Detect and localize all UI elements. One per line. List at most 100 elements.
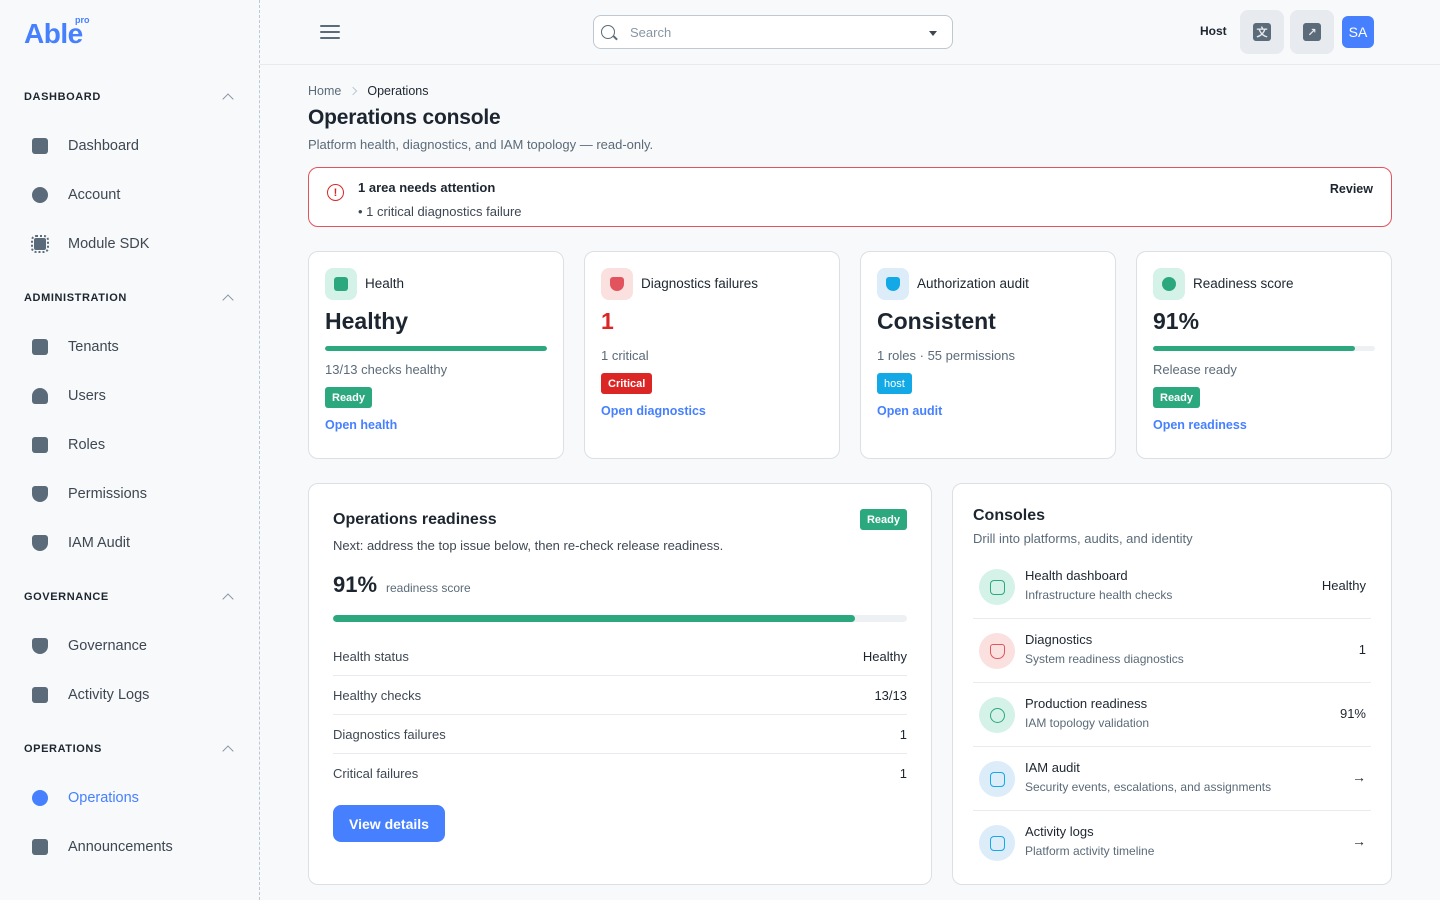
arrow-right-icon: →: [1352, 833, 1366, 849]
health-icon: [325, 268, 357, 300]
stat-card-readiness: Readiness score 91% Release ready Ready …: [1136, 251, 1392, 459]
search-input[interactable]: [630, 22, 910, 42]
breadcrumb-home[interactable]: Home: [308, 84, 341, 98]
sidebar-item-label: Users: [68, 388, 106, 404]
stat-note: 1 roles · 55 permissions: [877, 348, 1015, 363]
status-badge: Ready: [1153, 387, 1201, 408]
avatar[interactable]: SA: [1342, 16, 1374, 48]
nav-section-title: OPERATIONS: [24, 743, 102, 755]
console-desc: System readiness diagnostics: [1025, 652, 1184, 666]
sidebar-item-users[interactable]: Users: [24, 376, 236, 416]
page-title: Operations console: [308, 106, 501, 129]
cog-icon: [32, 790, 48, 806]
sidebar-item-label: Operations: [68, 790, 139, 806]
stat-note: 1 critical: [601, 348, 649, 363]
console-item-activity-logs[interactable]: Activity logs Platform activity timeline…: [973, 811, 1371, 875]
open-audit-link[interactable]: Open audit: [877, 404, 942, 418]
consoles-subtitle: Drill into platforms, audits, and identi…: [973, 531, 1193, 546]
row-value: 1: [899, 726, 907, 742]
readiness-title: Operations readiness: [333, 511, 497, 528]
sidebar-item-announcements[interactable]: Announcements: [24, 827, 236, 867]
readiness-row: Health status Healthy: [333, 637, 907, 676]
shield-icon: [32, 486, 48, 502]
sidebar-item-dashboard[interactable]: Dashboard: [24, 126, 236, 166]
menu-toggle-icon[interactable]: [320, 25, 340, 39]
search-icon: [601, 25, 615, 39]
open-diagnostics-link[interactable]: Open diagnostics: [601, 404, 706, 418]
open-health-link[interactable]: Open health: [325, 418, 397, 432]
sidebar-item-iam-audit[interactable]: IAM Audit: [24, 523, 236, 563]
console-desc: IAM topology validation: [1025, 716, 1150, 730]
sidebar-item-label: Activity Logs: [68, 687, 150, 703]
clipboard-icon: [979, 761, 1015, 797]
search-box[interactable]: [593, 15, 953, 49]
console-name: Diagnostics: [1025, 632, 1093, 647]
readiness-score: 91%: [333, 572, 378, 597]
readiness-row: Healthy checks 13/13: [333, 676, 907, 715]
nav-section-operations[interactable]: OPERATIONS: [24, 739, 236, 759]
stat-value: Consistent: [877, 308, 996, 334]
sidebar-item-module-sdk[interactable]: Module SDK: [24, 224, 236, 264]
console-desc: Platform activity timeline: [1025, 844, 1155, 858]
sidebar-item-permissions[interactable]: Permissions: [24, 474, 236, 514]
document-icon: [32, 839, 48, 855]
console-name: Production readiness: [1025, 696, 1148, 711]
nav-section-administration[interactable]: ADMINISTRATION: [24, 288, 236, 308]
open-readiness-link[interactable]: Open readiness: [1153, 418, 1247, 432]
shield-icon: [32, 638, 48, 654]
stat-title: Diagnostics failures: [641, 276, 759, 291]
readiness-row: Diagnostics failures 1: [333, 715, 907, 754]
view-details-button[interactable]: View details: [333, 805, 445, 842]
console-value: 91%: [1339, 706, 1366, 721]
sidebar-item-roles[interactable]: Roles: [24, 425, 236, 465]
breadcrumb: Home Operations: [308, 84, 429, 98]
fullscreen-button[interactable]: ↗: [1290, 10, 1334, 54]
stat-card-diagnostics: Diagnostics failures 1 1 critical Critic…: [584, 251, 840, 459]
chevron-up-icon: [222, 93, 234, 105]
nav-section-dashboard[interactable]: DASHBOARD: [24, 87, 236, 107]
sidebar-item-label: Tenants: [68, 339, 119, 355]
top-header: Host 文 ↗ SA: [260, 0, 1440, 65]
stat-title: Readiness score: [1193, 276, 1294, 291]
status-badge: Ready: [859, 509, 907, 530]
trend-icon: [979, 825, 1015, 861]
console-name: IAM audit: [1025, 760, 1080, 775]
user-icon: [32, 388, 48, 404]
console-item-production-readiness[interactable]: Production readiness IAM topology valida…: [973, 683, 1371, 747]
shield-alert-icon: [979, 633, 1015, 669]
language-button[interactable]: 文: [1240, 10, 1284, 54]
row-value: 13/13: [874, 687, 907, 703]
sidebar-item-tenants[interactable]: Tenants: [24, 327, 236, 367]
stat-note: Release ready: [1153, 362, 1237, 377]
nav-section-title: GOVERNANCE: [24, 591, 109, 603]
console-value: 1: [1358, 642, 1366, 657]
row-value: Healthy: [862, 648, 907, 664]
stat-value: Healthy: [325, 308, 409, 334]
document-icon: [32, 138, 48, 154]
console-item-diagnostics[interactable]: Diagnostics System readiness diagnostics…: [973, 619, 1371, 683]
stat-card-authorization: Authorization audit Consistent 1 roles ·…: [860, 251, 1116, 459]
console-item-iam-audit[interactable]: IAM audit Security events, escalations, …: [973, 747, 1371, 811]
sidebar-item-account[interactable]: Account: [24, 175, 236, 215]
sidebar-item-activity-logs[interactable]: Activity Logs: [24, 675, 236, 715]
brand-tag: pro: [75, 15, 90, 25]
nav-section-governance[interactable]: GOVERNANCE: [24, 587, 236, 607]
brand-logo[interactable]: Able pro: [24, 15, 90, 52]
chevron-down-icon[interactable]: [929, 31, 937, 36]
chevron-right-icon: [349, 86, 358, 96]
row-label: Healthy checks: [333, 687, 422, 703]
console-item-health-dashboard[interactable]: Health dashboard Infrastructure health c…: [973, 555, 1371, 619]
stat-note: 13/13 checks healthy: [325, 362, 448, 377]
nav-section-title: ADMINISTRATION: [24, 292, 127, 304]
review-button[interactable]: Review: [1330, 182, 1373, 196]
status-badge: Critical: [601, 373, 653, 394]
readiness-score-label: readiness score: [386, 581, 471, 595]
shield-icon: [32, 535, 48, 551]
chevron-up-icon: [222, 294, 234, 306]
sidebar-item-governance[interactable]: Governance: [24, 626, 236, 666]
row-label: Diagnostics failures: [333, 726, 446, 742]
stat-value: 91%: [1153, 308, 1200, 334]
gear-icon: [979, 697, 1015, 733]
sidebar-item-label: Announcements: [68, 839, 173, 855]
sidebar-item-operations[interactable]: Operations: [24, 778, 236, 818]
